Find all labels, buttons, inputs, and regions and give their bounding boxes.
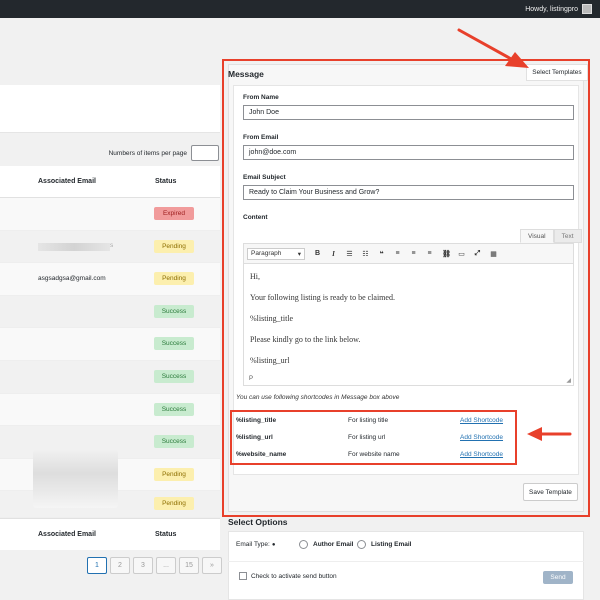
blurred-email xyxy=(38,242,110,251)
avatar[interactable] xyxy=(582,4,592,14)
author-email-label[interactable]: Author Email xyxy=(313,541,353,548)
divider xyxy=(228,561,584,562)
next-page-button[interactable]: » xyxy=(202,557,222,574)
column-header-email[interactable]: Associated Email xyxy=(38,178,96,185)
page-ellipsis: ... xyxy=(156,557,176,574)
admin-bar: Howdy, listingpro xyxy=(0,0,600,18)
table-row: Success xyxy=(0,393,220,427)
info-icon: ● xyxy=(271,541,276,548)
row-email: s xyxy=(110,241,114,249)
per-page-input[interactable] xyxy=(191,145,219,161)
status-badge: Pending xyxy=(154,239,194,253)
row-email: asgsadgsa@gmail.com xyxy=(38,275,106,283)
table-row: Success xyxy=(0,296,220,329)
column-footer-email[interactable]: Associated Email xyxy=(38,531,96,538)
status-badge: Pending xyxy=(154,272,194,286)
status-badge: Pending xyxy=(154,497,194,511)
blurred-region xyxy=(33,450,118,508)
listing-email-label[interactable]: Listing Email xyxy=(371,541,411,548)
activate-send-checkbox[interactable] xyxy=(239,572,247,580)
admin-greeting[interactable]: Howdy, listingpro xyxy=(525,6,578,13)
status-badge: Success xyxy=(154,435,194,449)
status-badge: Pending xyxy=(154,467,194,481)
pagination: 1 2 3 ... 15 » xyxy=(87,557,222,574)
message-highlight xyxy=(222,59,590,517)
table-row: Expired xyxy=(0,198,220,231)
email-type: Email Type: ● xyxy=(236,541,275,548)
email-type-label: Email Type: xyxy=(236,541,270,548)
column-header-status[interactable]: Status xyxy=(155,178,176,185)
listing-email-radio[interactable] xyxy=(357,540,366,549)
activate-send-label[interactable]: Check to activate send button xyxy=(251,573,337,580)
page-3-button[interactable]: 3 xyxy=(133,557,153,574)
table-row: asgsadgsa@gmail.com Pending xyxy=(0,263,220,296)
table-header: Associated Email Status xyxy=(0,166,220,198)
page-15-button[interactable]: 15 xyxy=(179,557,199,574)
status-badge: Success xyxy=(154,337,194,351)
table-row: Success xyxy=(0,361,220,394)
column-footer-status[interactable]: Status xyxy=(155,531,176,538)
table-row: Success xyxy=(0,328,220,361)
page-1-button[interactable]: 1 xyxy=(87,557,107,574)
table-row: s Pending xyxy=(0,231,220,264)
author-email-radio[interactable] xyxy=(299,540,308,549)
page-2-button[interactable]: 2 xyxy=(110,557,130,574)
list-top-box xyxy=(0,85,220,133)
status-badge: Success xyxy=(154,370,194,383)
annotation-arrow-icon xyxy=(457,28,529,68)
per-page-control: Numbers of items per page xyxy=(0,140,220,166)
status-badge: Expired xyxy=(154,207,194,220)
select-options-title: Select Options xyxy=(228,517,288,527)
status-badge: Success xyxy=(154,402,194,416)
send-button[interactable]: Send xyxy=(543,571,573,584)
annotation-arrow-icon xyxy=(527,427,572,441)
per-page-label: Numbers of items per page xyxy=(108,149,187,157)
status-badge: Success xyxy=(154,304,194,318)
table-footer: Associated Email Status xyxy=(0,518,220,550)
